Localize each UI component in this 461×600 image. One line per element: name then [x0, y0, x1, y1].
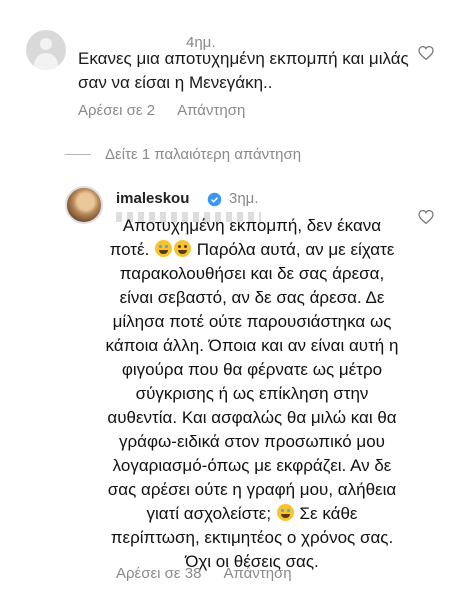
comment-meta: Αρέσει σε 2 Απάντηση [78, 102, 245, 119]
reply-text: Αποτυχημένη εκπομπή, δεν έκανα ποτέ. Παρ… [104, 214, 400, 574]
likes-count-link[interactable]: Αρέσει σε 2 [78, 102, 155, 119]
avatar-head [40, 38, 52, 50]
avatar[interactable] [65, 186, 103, 224]
username[interactable]: imaleskou [116, 190, 189, 207]
reply-meta: Αρέσει σε 38 Απάντηση [116, 565, 292, 582]
view-earlier-replies-button[interactable]: Δείτε 1 παλαιότερη απάντηση [65, 146, 301, 163]
face-with-tears-of-joy-icon [276, 504, 294, 521]
comment-text: Εκανες μια αποτυχημένη εκπομπή και μιλάς… [78, 49, 409, 92]
reply-button[interactable]: Απάντηση [223, 565, 291, 582]
heart-icon[interactable] [418, 46, 434, 60]
reply-text-part: Παρόλα αυτά, αν με είχατε παρακολουθήσει… [105, 240, 399, 523]
divider-line [65, 154, 91, 155]
winking-face-icon [174, 240, 192, 257]
reply-button[interactable]: Απάντηση [177, 102, 245, 119]
avatar[interactable] [26, 30, 66, 70]
avatar-body [34, 53, 58, 70]
likes-count-link[interactable]: Αρέσει σε 38 [116, 565, 201, 582]
heart-icon[interactable] [418, 210, 434, 224]
verified-badge-icon [207, 192, 222, 207]
reply-time: 3ημ. [229, 190, 259, 207]
face-with-tears-of-joy-icon [155, 240, 173, 257]
view-earlier-replies-label: Δείτε 1 παλαιότερη απάντηση [105, 146, 302, 163]
